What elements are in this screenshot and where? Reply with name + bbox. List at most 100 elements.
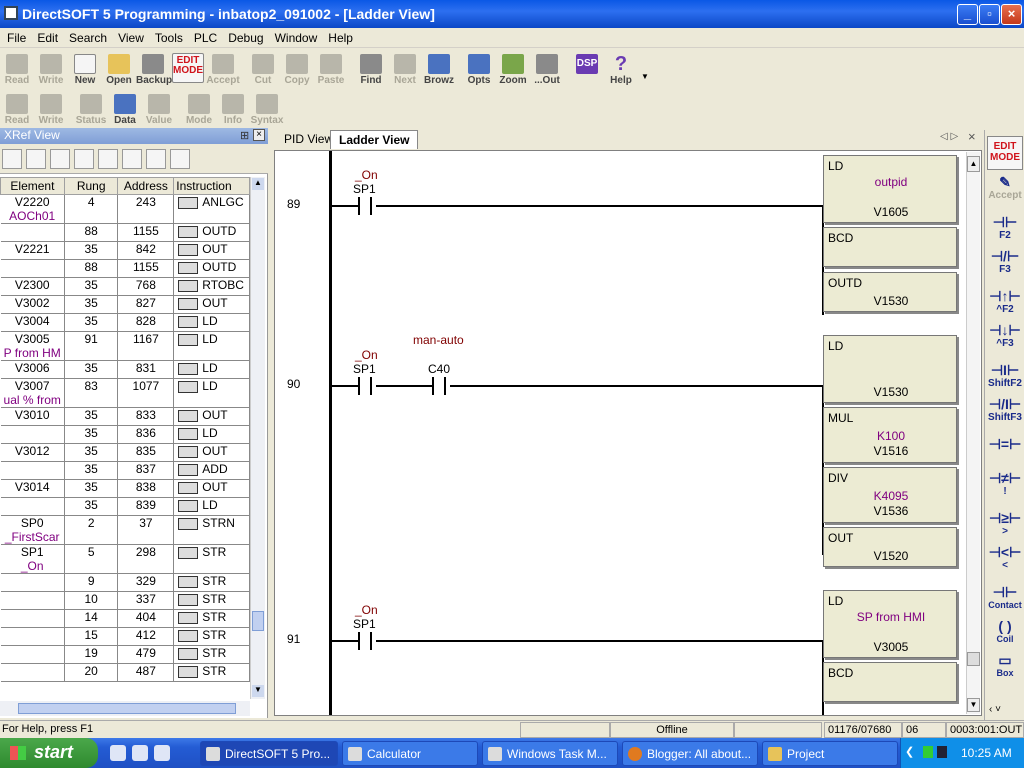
next-icon[interactable] bbox=[146, 149, 166, 169]
tab-ladder-view[interactable]: Ladder View bbox=[330, 130, 419, 149]
info-button[interactable]: Info bbox=[216, 90, 250, 130]
prev-icon[interactable] bbox=[122, 149, 142, 169]
opts-button[interactable]: Opts bbox=[462, 50, 496, 90]
table-row[interactable]: V3006 35 831 LD bbox=[0, 360, 250, 379]
table-row[interactable]: V2300 35 768 RTOBC bbox=[0, 277, 250, 296]
table-row[interactable]: V3012 35 835 OUT bbox=[0, 443, 250, 462]
normally-open-contact[interactable] bbox=[432, 377, 446, 395]
close-button[interactable]: × bbox=[1001, 4, 1022, 25]
refresh-icon[interactable] bbox=[170, 149, 190, 169]
filter-icon[interactable] bbox=[50, 149, 70, 169]
instruction-box[interactable]: LD outpid V1605 bbox=[823, 155, 957, 223]
ladder-vertical-scrollbar[interactable]: ▲ ▼ bbox=[966, 152, 980, 714]
mode-button[interactable]: Mode bbox=[182, 90, 216, 130]
col-instruction[interactable]: Instruction bbox=[173, 177, 250, 195]
table-row[interactable]: 88 1155 OUTD bbox=[0, 259, 250, 278]
copy-button[interactable]: Copy bbox=[280, 50, 314, 90]
plc-read-button[interactable]: Read bbox=[0, 90, 34, 130]
col-rung[interactable]: Rung bbox=[63, 177, 119, 195]
table-row[interactable]: 19 479 STR bbox=[0, 645, 250, 664]
syntax-button[interactable]: Syntax bbox=[250, 90, 284, 130]
ladder-view[interactable]: 89 _On SP1 90 _On SP1 man-auto C40 91 _O… bbox=[274, 150, 982, 716]
status-button[interactable]: Status bbox=[74, 90, 108, 130]
find-button[interactable]: Find bbox=[354, 50, 388, 90]
instruction-box[interactable]: DIV K4095 V1536 bbox=[823, 467, 957, 523]
read-button[interactable]: Read bbox=[0, 50, 34, 90]
open-button[interactable]: Open bbox=[102, 50, 136, 90]
tab-scroll-icon[interactable]: ◁ ▷ bbox=[940, 131, 958, 142]
backup-button[interactable]: Backup bbox=[136, 50, 172, 90]
menu-search[interactable]: Search bbox=[62, 28, 111, 45]
edit-mode-button[interactable]: EDIT MODE bbox=[170, 50, 206, 90]
toolbar-more-icon[interactable]: ▼ bbox=[638, 50, 652, 90]
ctrl-f3-button[interactable]: ⊣↓⊢ ^F3 bbox=[987, 322, 1023, 352]
normally-open-contact[interactable] bbox=[358, 632, 372, 650]
write-button[interactable]: Write bbox=[34, 50, 68, 90]
dsp-button[interactable]: DSP bbox=[570, 50, 604, 90]
minimize-button[interactable]: _ bbox=[957, 4, 978, 25]
ie-icon[interactable] bbox=[110, 745, 126, 761]
coil-button[interactable]: ( ) Coil bbox=[987, 618, 1023, 648]
f3-contact-button[interactable]: ⊣/⊢ F3 bbox=[987, 248, 1023, 278]
table-row[interactable]: 14 404 STR bbox=[0, 609, 250, 628]
table-row[interactable]: V3002 35 827 OUT bbox=[0, 295, 250, 314]
menu-help[interactable]: Help bbox=[321, 28, 357, 45]
instruction-box[interactable]: LD SP from HMI V3005 bbox=[823, 590, 957, 658]
table-row[interactable]: V3014 35 838 OUT bbox=[0, 479, 250, 498]
help-button[interactable]: ? Help bbox=[604, 50, 638, 90]
plc-write-button[interactable]: Write bbox=[34, 90, 68, 130]
menu-file[interactable]: File bbox=[0, 28, 30, 45]
table-row[interactable]: SP0 _FirstScar 2 37 STRN bbox=[0, 515, 250, 545]
table-row[interactable]: 15 412 STR bbox=[0, 627, 250, 646]
table-row[interactable]: 10 337 STR bbox=[0, 591, 250, 610]
rightbar-scroll-icon[interactable]: ‹ ˅ bbox=[989, 704, 1001, 715]
xref-vertical-scrollbar[interactable]: ▲ ▼ bbox=[250, 177, 265, 699]
tray-expand-icon[interactable]: ❮ bbox=[905, 745, 914, 758]
normally-open-contact[interactable] bbox=[358, 377, 372, 395]
jump-icon[interactable] bbox=[98, 149, 118, 169]
out-button[interactable]: ...Out bbox=[530, 50, 564, 90]
browz-button[interactable]: Browz bbox=[422, 50, 456, 90]
tray-app-icon[interactable] bbox=[937, 746, 947, 758]
task-manager[interactable]: Windows Task M... bbox=[482, 741, 618, 766]
shift-f3-button[interactable]: ⊣/I⊢ ShiftF3 bbox=[987, 396, 1023, 426]
table-row[interactable]: 9 329 STR bbox=[0, 573, 250, 592]
media-icon[interactable] bbox=[132, 745, 148, 761]
instruction-box[interactable]: OUT V1520 bbox=[823, 527, 957, 567]
edit-mode-toggle[interactable]: EDIT MODE bbox=[987, 136, 1023, 170]
menu-window[interactable]: Window bbox=[268, 28, 322, 45]
greater-equal-compare-button[interactable]: ⊣≥⊢ > bbox=[987, 510, 1023, 540]
clock[interactable]: 10:25 AM bbox=[961, 746, 1012, 760]
f2-contact-button[interactable]: ⊣⊢ F2 bbox=[987, 214, 1023, 244]
task-calculator[interactable]: Calculator bbox=[342, 741, 478, 766]
task-directsoft[interactable]: DirectSOFT 5 Pro... bbox=[200, 741, 338, 766]
grid-view-icon[interactable] bbox=[2, 149, 22, 169]
table-row[interactable]: V3005 P from HM 91 1167 LD bbox=[0, 331, 250, 361]
instruction-box[interactable]: BCD bbox=[823, 227, 957, 267]
col-element[interactable]: Element bbox=[0, 177, 65, 195]
zoom-button[interactable]: Zoom bbox=[496, 50, 530, 90]
table-row[interactable]: V2220 AOCh01 4 243 ANLGC bbox=[0, 194, 250, 224]
col-address[interactable]: Address bbox=[117, 177, 175, 195]
quicklaunch-icon[interactable] bbox=[154, 745, 170, 761]
shift-f2-button[interactable]: ⊣I⊢ ShiftF2 bbox=[987, 362, 1023, 392]
xref-horizontal-scrollbar[interactable] bbox=[0, 701, 250, 716]
table-row[interactable]: V3010 35 833 OUT bbox=[0, 407, 250, 426]
instruction-box[interactable]: MUL K100 V1516 bbox=[823, 407, 957, 463]
table-row[interactable]: 35 836 LD bbox=[0, 425, 250, 444]
table-row[interactable]: V2221 35 842 OUT bbox=[0, 241, 250, 260]
table-row[interactable]: 35 839 LD bbox=[0, 497, 250, 516]
next-button[interactable]: Next bbox=[388, 50, 422, 90]
list-view-icon[interactable] bbox=[26, 149, 46, 169]
restore-button[interactable]: ▫ bbox=[979, 4, 1000, 25]
table-row[interactable]: 20 487 STR bbox=[0, 663, 250, 682]
table-row[interactable]: 35 837 ADD bbox=[0, 461, 250, 480]
xref-table[interactable]: Element Rung Address Instruction V2220 AO… bbox=[0, 177, 250, 699]
accept-button[interactable]: Accept bbox=[206, 50, 240, 90]
menu-tools[interactable]: Tools bbox=[148, 28, 187, 45]
tab-close-icon[interactable]: × bbox=[968, 129, 976, 144]
data-button[interactable]: Data bbox=[108, 90, 142, 130]
task-firefox[interactable]: Blogger: All about... bbox=[622, 741, 758, 766]
menu-view[interactable]: View bbox=[111, 28, 148, 45]
paste-button[interactable]: Paste bbox=[314, 50, 348, 90]
